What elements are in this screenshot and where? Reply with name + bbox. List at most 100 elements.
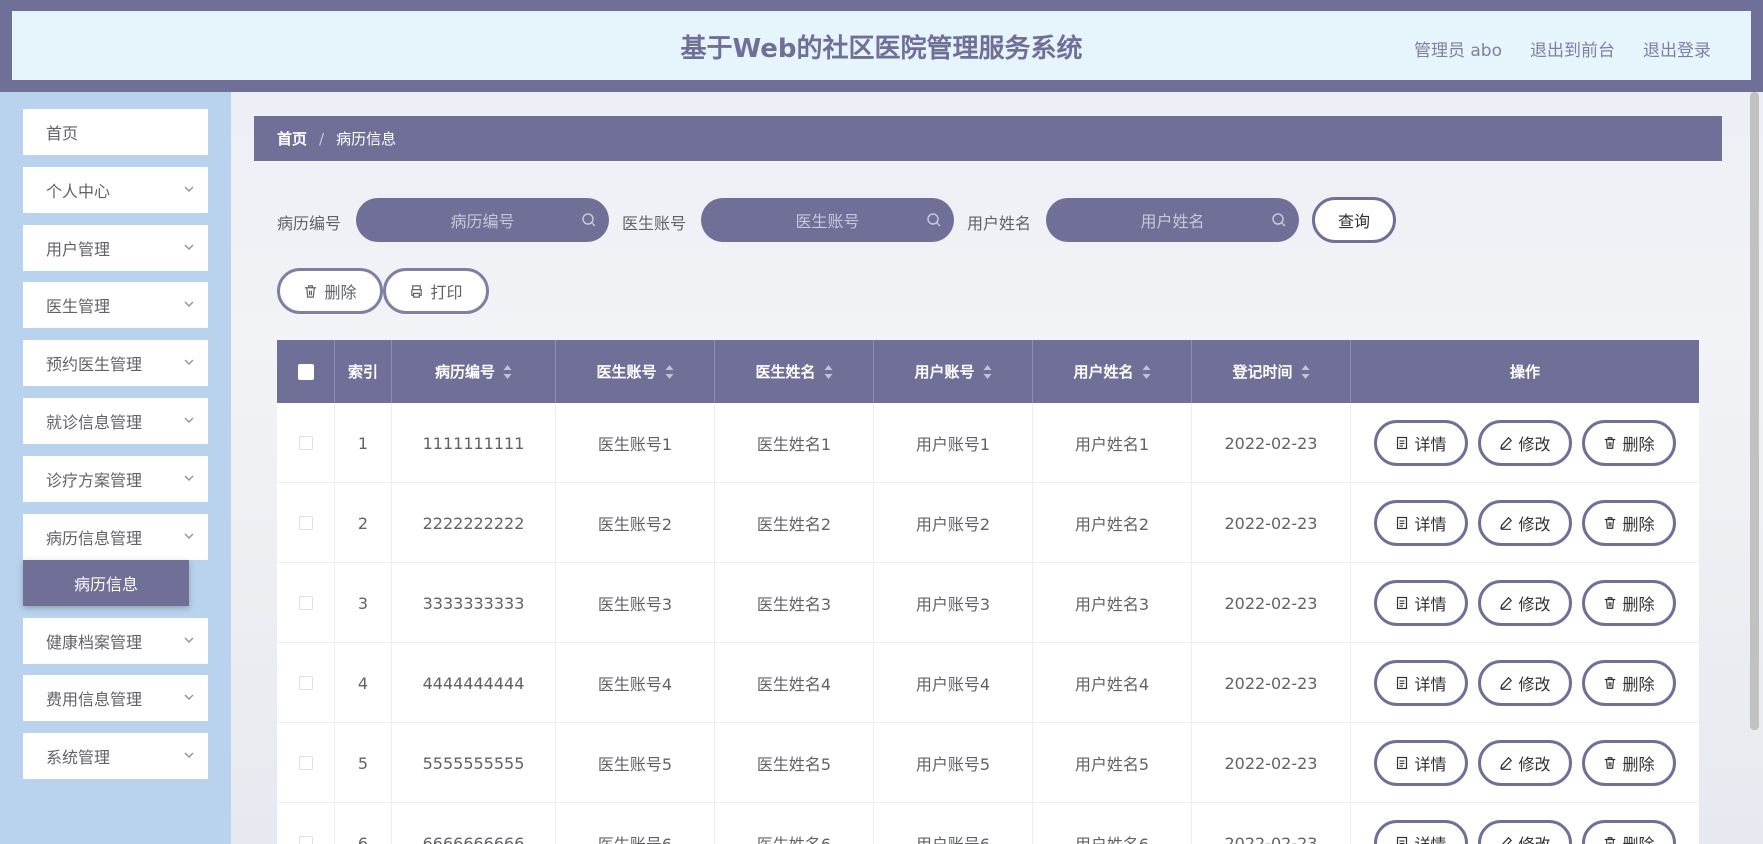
search-input-user-name[interactable]: 用户姓名 <box>1046 198 1299 242</box>
table-row: 2 2222222222 医生账号2 医生姓名2 用户账号2 用户姓名2 2022-02-2… <box>277 483 1699 563</box>
column-header-user-name[interactable]: 用户姓名 <box>1033 340 1192 403</box>
medical-record-table: 索引 病历编号 医生账号 医生姓名 用户账号 用户姓名 登记时间 操作 1 1111111111… <box>277 340 1699 844</box>
column-header-label: 用户姓名 <box>1073 363 1134 381</box>
sidebar-item-label: 首页 <box>46 124 79 143</box>
column-header-user-account[interactable]: 用户账号 <box>874 340 1033 403</box>
cell-select <box>277 563 335 643</box>
sidebar-item-system-management[interactable]: 系统管理 <box>23 733 208 779</box>
cell-doctor-name: 医生姓名2 <box>715 483 874 563</box>
edit-button[interactable]: 修改 <box>1478 820 1572 844</box>
delete-button[interactable]: 删除 <box>1582 500 1676 546</box>
breadcrumb-current: 病历信息 <box>336 130 397 148</box>
scrollbar[interactable] <box>1750 92 1759 730</box>
delete-button-label: 删除 <box>1622 831 1654 844</box>
row-checkbox[interactable] <box>298 676 313 690</box>
cell-index: 4 <box>335 643 392 723</box>
detail-button[interactable]: 详情 <box>1374 820 1468 844</box>
edit-button[interactable]: 修改 <box>1478 660 1572 706</box>
printer-icon <box>409 284 424 299</box>
column-header-label: 登记时间 <box>1232 363 1293 381</box>
sidebar-item-visit-info-management[interactable]: 就诊信息管理 <box>23 398 208 444</box>
sidebar-subitem-medical-record[interactable]: 病历信息 <box>23 560 189 606</box>
cell-user-account: 用户账号4 <box>874 643 1033 723</box>
row-checkbox[interactable] <box>298 836 313 844</box>
cell-user-account: 用户账号5 <box>874 723 1033 803</box>
search-input-doctor-account[interactable]: 医生账号 <box>701 198 954 242</box>
table-row: 3 3333333333 医生账号3 医生姓名3 用户账号3 用户姓名3 2022-02-2… <box>277 563 1699 643</box>
detail-button[interactable]: 详情 <box>1374 500 1468 546</box>
edit-button[interactable]: 修改 <box>1478 500 1572 546</box>
sidebar-item-health-file-management[interactable]: 健康档案管理 <box>23 618 208 664</box>
column-header-label: 操作 <box>1509 363 1540 381</box>
detail-button[interactable]: 详情 <box>1374 580 1468 626</box>
exit-to-front-link[interactable]: 退出到前台 <box>1530 36 1615 61</box>
row-checkbox[interactable] <box>298 436 313 450</box>
detail-button[interactable]: 详情 <box>1374 740 1468 786</box>
trash-icon <box>303 284 318 299</box>
detail-button-label: 详情 <box>1414 435 1447 454</box>
cell-select <box>277 723 335 803</box>
cell-record-no: 3333333333 <box>392 563 556 643</box>
column-header-record-no[interactable]: 病历编号 <box>392 340 556 403</box>
row-checkbox[interactable] <box>298 516 313 530</box>
sort-icon[interactable] <box>824 364 833 380</box>
edit-button-label: 修改 <box>1518 831 1550 844</box>
print-button[interactable]: 打印 <box>383 268 489 314</box>
header-links: 管理员 abo 退出到前台 退出登录 <box>1414 36 1711 61</box>
trash-icon <box>1603 836 1617 844</box>
delete-button[interactable]: 删除 <box>1582 420 1676 466</box>
detail-button[interactable]: 详情 <box>1374 660 1468 706</box>
sort-icon[interactable] <box>503 364 512 380</box>
pencil-icon <box>1499 436 1513 450</box>
admin-user-link[interactable]: 管理员 abo <box>1414 36 1502 61</box>
sort-icon[interactable] <box>665 364 674 380</box>
cell-doctor-account: 医生账号1 <box>556 403 715 483</box>
search-input-record-no[interactable]: 病历编号 <box>356 198 609 242</box>
cell-index: 3 <box>335 563 392 643</box>
chevron-down-icon <box>182 240 196 254</box>
delete-button[interactable]: 删除 <box>1582 740 1676 786</box>
cell-user-account: 用户账号6 <box>874 803 1033 844</box>
sidebar-item-label: 费用信息管理 <box>46 690 143 709</box>
sidebar-item-appointment-management[interactable]: 预约医生管理 <box>23 340 208 386</box>
sort-icon[interactable] <box>983 364 992 380</box>
detail-button-label: 详情 <box>1414 831 1446 844</box>
sort-icon[interactable] <box>1301 364 1310 380</box>
delete-button[interactable]: 删除 <box>1582 660 1676 706</box>
print-label: 打印 <box>430 283 463 302</box>
sidebar-item-user-management[interactable]: 用户管理 <box>23 225 208 271</box>
breadcrumb-separator: / <box>319 129 325 148</box>
sidebar-item-medical-record-management[interactable]: 病历信息管理 <box>23 514 208 560</box>
detail-button-label: 详情 <box>1414 675 1447 694</box>
column-header-register-time[interactable]: 登记时间 <box>1192 340 1351 403</box>
row-checkbox[interactable] <box>298 756 313 770</box>
sidebar-item-personal-center[interactable]: 个人中心 <box>23 167 208 213</box>
sidebar-item-fee-info-management[interactable]: 费用信息管理 <box>23 675 208 721</box>
sort-icon[interactable] <box>1142 364 1151 380</box>
sidebar-item-treatment-plan-management[interactable]: 诊疗方案管理 <box>23 456 208 502</box>
table-row: 5 5555555555 医生账号5 医生姓名5 用户账号5 用户姓名5 2022-02-2… <box>277 723 1699 803</box>
column-header-doctor-account[interactable]: 医生账号 <box>556 340 715 403</box>
breadcrumb-home[interactable]: 首页 <box>277 128 307 149</box>
cell-record-no: 5555555555 <box>392 723 556 803</box>
cell-register-time: 2022-02-23 <box>1192 483 1351 563</box>
detail-button[interactable]: 详情 <box>1374 420 1468 466</box>
row-checkbox[interactable] <box>298 596 313 610</box>
edit-button[interactable]: 修改 <box>1478 580 1572 626</box>
logout-link[interactable]: 退出登录 <box>1643 36 1711 61</box>
edit-button-label: 修改 <box>1518 755 1551 774</box>
cell-index: 6 <box>335 803 392 844</box>
edit-button[interactable]: 修改 <box>1478 420 1572 466</box>
cell-doctor-account: 医生账号4 <box>556 643 715 723</box>
cell-operations: 详情 修改 删除 <box>1351 803 1699 844</box>
query-button[interactable]: 查询 <box>1312 197 1396 243</box>
bulk-delete-button[interactable]: 删除 <box>277 268 383 314</box>
chevron-down-icon <box>182 297 196 311</box>
sidebar-item-doctor-management[interactable]: 医生管理 <box>23 282 208 328</box>
delete-button[interactable]: 删除 <box>1582 580 1676 626</box>
column-header-doctor-name[interactable]: 医生姓名 <box>715 340 874 403</box>
select-all-checkbox[interactable] <box>297 363 314 380</box>
edit-button[interactable]: 修改 <box>1478 740 1572 786</box>
sidebar-item-home[interactable]: 首页 <box>23 109 208 155</box>
delete-button[interactable]: 删除 <box>1582 820 1676 844</box>
